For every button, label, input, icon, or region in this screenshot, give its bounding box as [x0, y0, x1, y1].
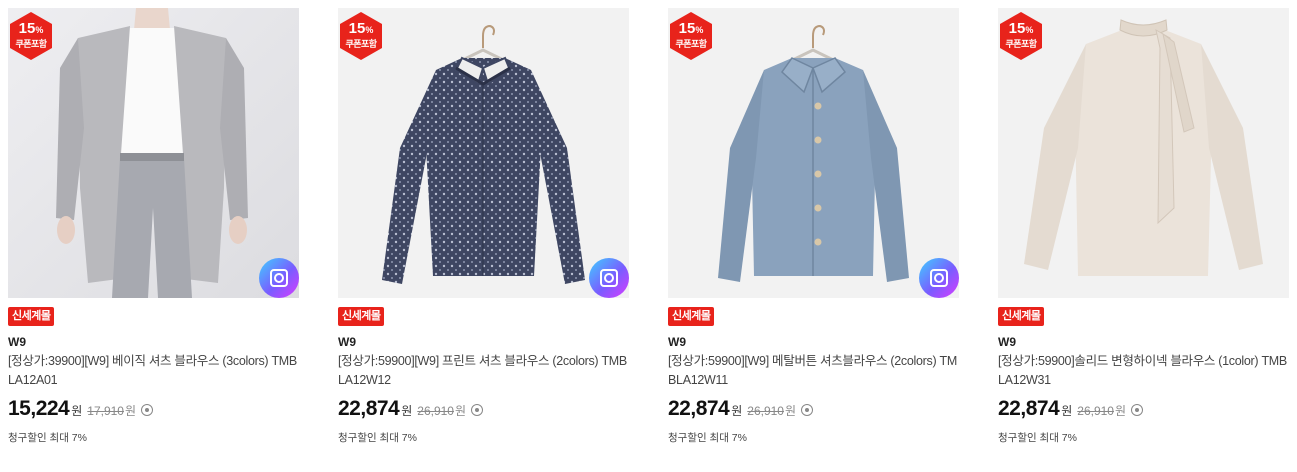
currency-label: 원 — [1114, 404, 1127, 418]
store-tag: 신세계몰 — [338, 307, 385, 326]
store-tag: 신세계몰 — [8, 307, 55, 326]
product-grid: 15% 쿠폰포함 신세계몰 W9 [정상가:39900][W9] 베이직 셔츠 … — [0, 0, 1297, 472]
price-info-icon[interactable] — [471, 404, 484, 416]
product-card[interactable]: 15% 쿠폰포함 신세계몰 W9 [정상가:59900][W9] 프린트 셔츠 … — [338, 8, 629, 445]
product-image[interactable]: 15% 쿠폰포함 — [668, 8, 959, 298]
price-info-icon[interactable] — [141, 404, 154, 416]
image-search-camera-icon[interactable] — [259, 258, 299, 298]
card-discount-benefit: 청구할인 최대 7% — [338, 432, 417, 444]
product-card[interactable]: 15% 쿠폰포함 신세계몰 W9 [정상가:59900]솔리드 변형하이넥 블라… — [998, 8, 1289, 445]
product-title[interactable]: [정상가:39900][W9] 베이직 셔츠 블라우스 (3colors) TM… — [8, 352, 299, 390]
product-title[interactable]: [정상가:59900][W9] 메탈버튼 셔츠블라우스 (2colors) TM… — [668, 352, 959, 390]
sale-price: 22,874 — [668, 397, 730, 420]
currency-label: 원 — [1061, 404, 1073, 418]
product-image[interactable]: 15% 쿠폰포함 — [998, 8, 1289, 298]
original-price: 26,910 — [417, 404, 454, 418]
sale-price: 15,224 — [8, 397, 70, 420]
card-discount-benefit: 청구할인 최대 7% — [668, 432, 747, 444]
currency-label: 원 — [454, 404, 467, 418]
currency-label: 원 — [731, 404, 743, 418]
coupon-discount-badge: 15% 쿠폰포함 — [1000, 12, 1042, 60]
price-info-icon[interactable] — [1131, 404, 1144, 416]
coupon-discount-badge: 15% 쿠폰포함 — [670, 12, 712, 60]
price-info-icon[interactable] — [801, 404, 814, 416]
product-card[interactable]: 15% 쿠폰포함 신세계몰 W9 [정상가:59900][W9] 메탈버튼 셔츠… — [668, 8, 959, 445]
original-price: 17,910 — [87, 404, 124, 418]
currency-label: 원 — [401, 404, 413, 418]
price-row: 22,874 원 26,910 원 — [338, 397, 629, 421]
image-search-camera-icon[interactable] — [589, 258, 629, 298]
original-price: 26,910 — [1077, 404, 1114, 418]
product-image[interactable]: 15% 쿠폰포함 — [338, 8, 629, 298]
card-discount-benefit: 청구할인 최대 7% — [998, 432, 1077, 444]
price-row: 22,874 원 26,910 원 — [668, 397, 959, 421]
price-row: 22,874 원 26,910 원 — [998, 397, 1289, 421]
currency-label: 원 — [71, 404, 83, 418]
coupon-discount-badge: 15% 쿠폰포함 — [10, 12, 52, 60]
coupon-discount-badge: 15% 쿠폰포함 — [340, 12, 382, 60]
image-search-camera-icon[interactable] — [919, 258, 959, 298]
price-row: 15,224 원 17,910 원 — [8, 397, 299, 421]
brand-name[interactable]: W9 — [338, 334, 629, 350]
card-discount-benefit: 청구할인 최대 7% — [8, 432, 87, 444]
product-card[interactable]: 15% 쿠폰포함 신세계몰 W9 [정상가:39900][W9] 베이직 셔츠 … — [8, 8, 299, 445]
store-tag: 신세계몰 — [998, 307, 1045, 326]
original-price: 26,910 — [747, 404, 784, 418]
brand-name[interactable]: W9 — [998, 334, 1289, 350]
product-title[interactable]: [정상가:59900]솔리드 변형하이넥 블라우스 (1color) TMBLA… — [998, 352, 1289, 390]
brand-name[interactable]: W9 — [668, 334, 959, 350]
currency-label: 원 — [124, 404, 137, 418]
brand-name[interactable]: W9 — [8, 334, 299, 350]
currency-label: 원 — [784, 404, 797, 418]
sale-price: 22,874 — [338, 397, 400, 420]
product-image[interactable]: 15% 쿠폰포함 — [8, 8, 299, 298]
store-tag: 신세계몰 — [668, 307, 715, 326]
sale-price: 22,874 — [998, 397, 1060, 420]
product-title[interactable]: [정상가:59900][W9] 프린트 셔츠 블라우스 (2colors) TM… — [338, 352, 629, 390]
